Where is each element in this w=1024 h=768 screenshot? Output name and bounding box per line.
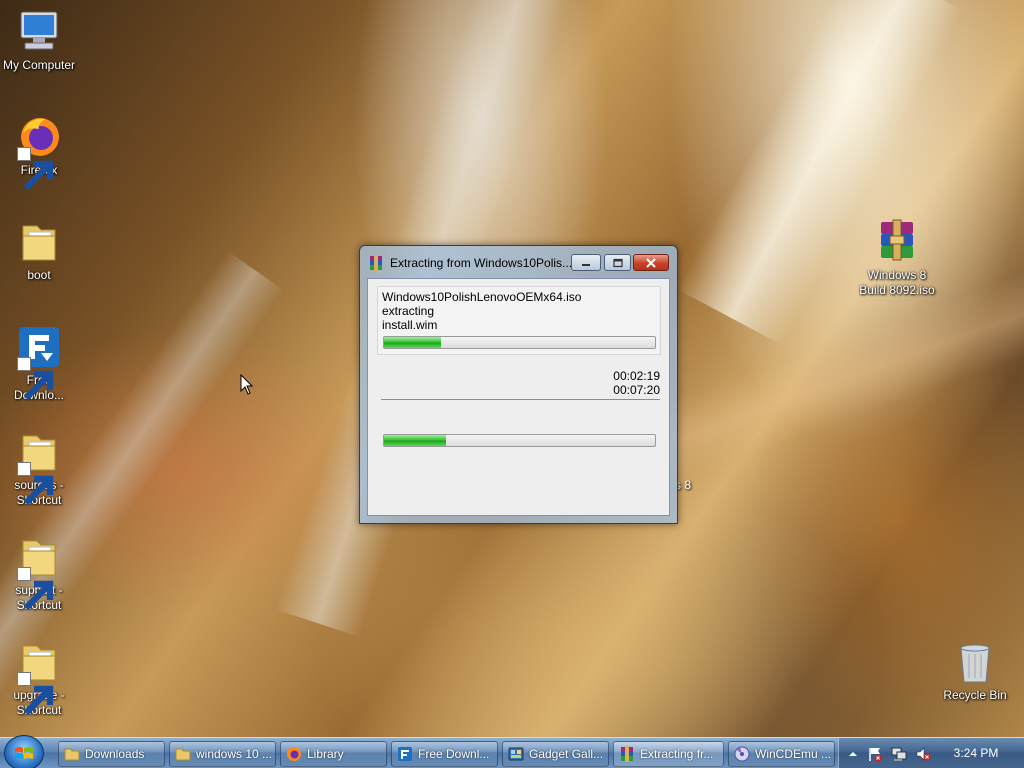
action-status: extracting [382,304,435,318]
folder-icon [15,218,63,266]
maximize-button[interactable] [604,254,631,271]
shortcut-arrow-icon [17,147,54,191]
archive-name: Windows10PolishLenovoOEMx64.iso [382,290,582,304]
close-icon [646,257,656,268]
taskbar-item-label: Extracting fr... [640,747,714,761]
taskbar-item-label: windows 10 ... [196,747,273,761]
file-progress-fill [384,337,441,348]
winrar-icon [619,746,635,762]
total-progress-fill [384,435,447,446]
desktop-icon-label: boot [27,268,51,282]
current-file: install.wim [382,318,438,332]
action-center-flag-icon[interactable] [867,746,883,762]
folder-icon [175,746,191,762]
taskbar-item-windows10[interactable]: windows 10 ... [169,741,276,767]
extraction-dialog[interactable]: Extracting from Windows10Polis... Window… [359,245,678,524]
taskbar-item-wincdemu[interactable]: WinCDEmu ... [728,741,835,767]
elapsed-time: 00:02:19 [613,369,660,383]
network-icon[interactable] [891,746,907,762]
desktop-icon-recycle-bin[interactable]: Recycle Bin [936,638,1014,703]
shortcut-arrow-icon [17,357,54,401]
download-manager-icon [15,323,63,401]
dialog-separator [381,399,660,400]
dialog-client-area: Windows10PolishLenovoOEMx64.iso extracti… [367,278,670,516]
taskbar-clock[interactable]: 3:24 PM [951,738,1001,768]
desktop-icon-firefox[interactable]: Firefox [0,113,78,191]
file-progress-bar [383,336,656,349]
taskbar-item-downloads[interactable]: Downloads [58,741,165,767]
folder-icon [15,533,63,611]
desktop-icon-upgrade-shortcut[interactable]: upgrade - Shortcut [0,638,78,718]
dialog-title: Extracting from Windows10Polis... [390,256,573,270]
remaining-time: 00:07:20 [613,383,660,397]
recycle-bin-icon [951,638,999,686]
wallpaper-highlight [621,246,1024,494]
folder-icon [15,428,63,506]
taskbar-item-extracting[interactable]: Extracting fr... [613,741,724,767]
firefox-icon [15,113,63,191]
desktop-icon-boot[interactable]: boot [0,218,78,283]
download-manager-icon [397,746,413,762]
shortcut-arrow-icon [17,672,54,716]
taskbar-item-library[interactable]: Library [280,741,387,767]
winrar-archive-icon [873,218,921,266]
dialog-titlebar[interactable]: Extracting from Windows10Polis... [360,246,677,278]
wincdemu-icon [734,746,750,762]
computer-icon [15,8,63,56]
show-hidden-icons-button[interactable] [845,746,861,762]
folder-icon [64,746,80,762]
maximize-icon [612,258,623,267]
taskbar-item-label: Free Downl... [418,747,490,761]
desktop-icon-support-shortcut[interactable]: support - Shortcut [0,533,78,613]
taskbar-item-label: Gadget Gall... [529,747,604,761]
start-button[interactable] [4,735,44,768]
desktop-icon-label: Windows 8 Build 8092.iso [859,268,935,297]
close-button[interactable] [633,254,669,271]
minimize-button[interactable] [571,254,601,271]
firefox-icon [286,746,302,762]
windows-logo-icon [15,747,33,759]
total-progress-bar [383,434,656,447]
gadget-gallery-icon [508,746,524,762]
folder-icon [15,638,63,716]
mouse-cursor-icon [240,374,254,395]
desktop-icon-label: My Computer [2,58,76,72]
winrar-icon [368,255,384,271]
shortcut-arrow-icon [17,462,54,506]
minimize-icon [582,263,590,266]
taskbar-item-label: Library [307,747,344,761]
taskbar-item-gadget-gallery[interactable]: Gadget Gall... [502,741,609,767]
desktop-icon-free-download[interactable]: Free Downlo... [0,323,78,403]
taskbar-item-label: WinCDEmu ... [755,747,832,761]
volume-muted-icon[interactable] [915,746,931,762]
taskbar-item-label: Downloads [85,747,145,761]
system-tray: 3:24 PM [838,738,1024,768]
taskbar-item-free-download[interactable]: Free Downl... [391,741,498,767]
shortcut-arrow-icon [17,567,54,611]
extraction-info-panel: Windows10PolishLenovoOEMx64.iso extracti… [377,286,661,355]
desktop-icon-my-computer[interactable]: My Computer [0,8,78,73]
desktop-icon-label: Recycle Bin [943,688,1007,702]
desktop-icon-sources-shortcut[interactable]: sources - Shortcut [0,428,78,508]
desktop-icon-windows8-iso[interactable]: Windows 8 Build 8092.iso [855,218,939,298]
taskbar: Downloads windows 10 ... Library Free Do… [0,735,1024,768]
